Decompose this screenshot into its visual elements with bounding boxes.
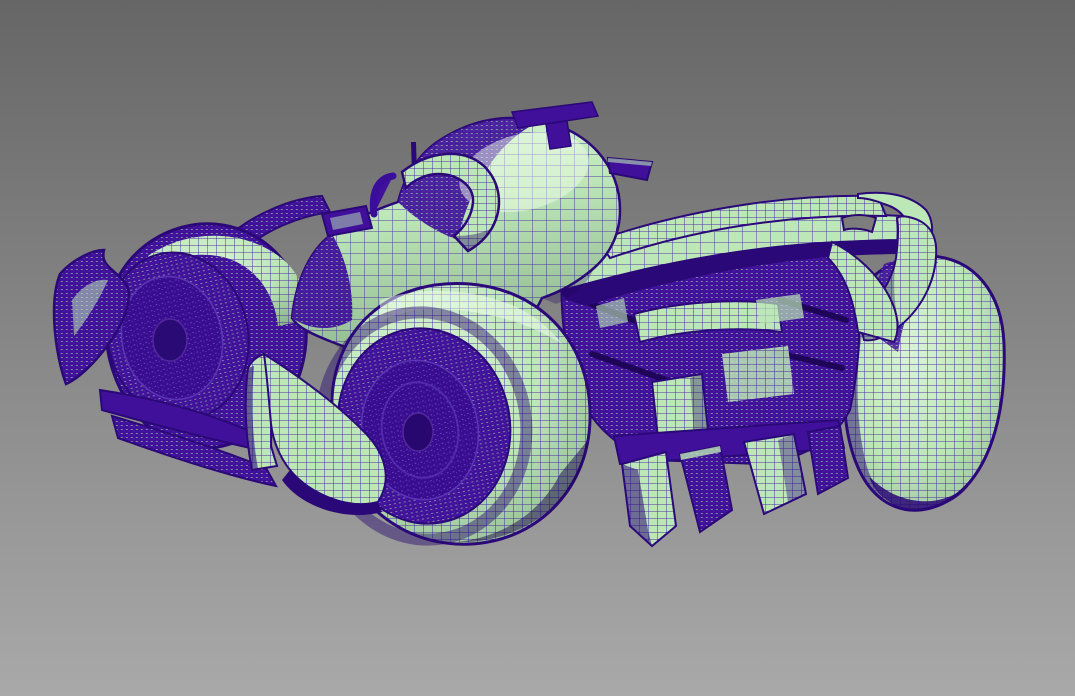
rear-left-hub[interactable]: [402, 412, 434, 452]
rear-wing-cutout: [840, 214, 878, 234]
t-cam-post[interactable]: [545, 120, 572, 150]
viewport[interactable]: 3D viewport, shaded-with-wireframe rende…: [0, 0, 1075, 696]
gearbox-patch-mesh: [722, 346, 794, 402]
viewport-canvas[interactable]: [0, 0, 1075, 696]
front-left-hub[interactable]: [152, 318, 188, 362]
